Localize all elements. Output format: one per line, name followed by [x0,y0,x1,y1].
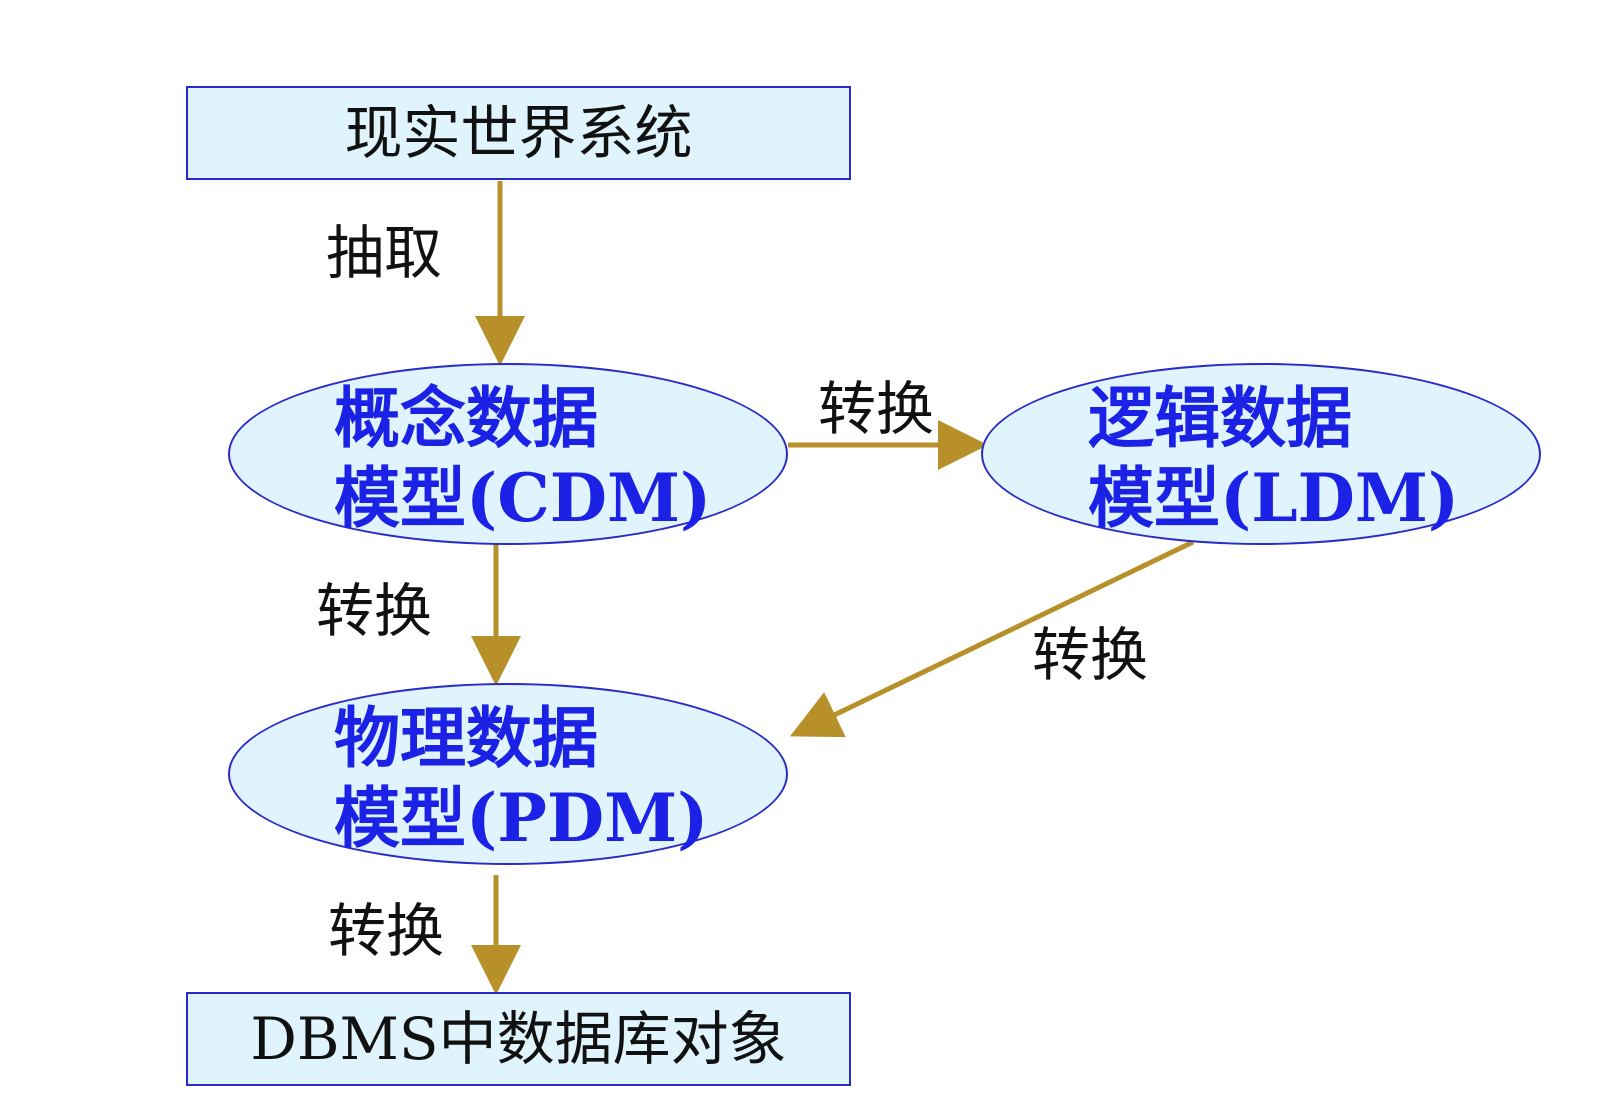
node-ldm-line1: 逻辑数据 [1088,379,1352,457]
node-dbms-objects: DBMS中数据库对象 [186,992,851,1086]
node-cdm-line1: 概念数据 [334,379,598,457]
edge-label-pdm-dbms: 转换 [328,897,445,965]
node-pdm-line1: 物理数据 [334,699,598,777]
node-ldm-label: 逻辑数据 模型(LDM) [1088,378,1459,538]
node-dbms-objects-label: DBMS中数据库对象 [250,1005,787,1073]
edge-label-cdm-ldm: 转换 [818,375,935,443]
edge-label-extract: 抽取 [326,219,443,287]
node-cdm-label: 概念数据 模型(CDM) [334,378,711,538]
node-pdm-line2: 模型(PDM) [334,779,709,857]
node-real-world-system: 现实世界系统 [186,86,851,180]
edge-label-ldm-pdm: 转换 [1032,621,1149,689]
node-pdm-label: 物理数据 模型(PDM) [334,698,708,858]
edge-label-cdm-pdm: 转换 [316,577,433,645]
node-ldm-line2: 模型(LDM) [1088,459,1460,537]
node-real-world-system-label: 现实世界系统 [344,99,693,167]
data-model-diagram: 现实世界系统 概念数据 模型(CDM) 逻辑数据 模型(LDM) 物理数据 模型… [0,0,1624,1100]
node-cdm-line2: 模型(CDM) [334,459,712,537]
